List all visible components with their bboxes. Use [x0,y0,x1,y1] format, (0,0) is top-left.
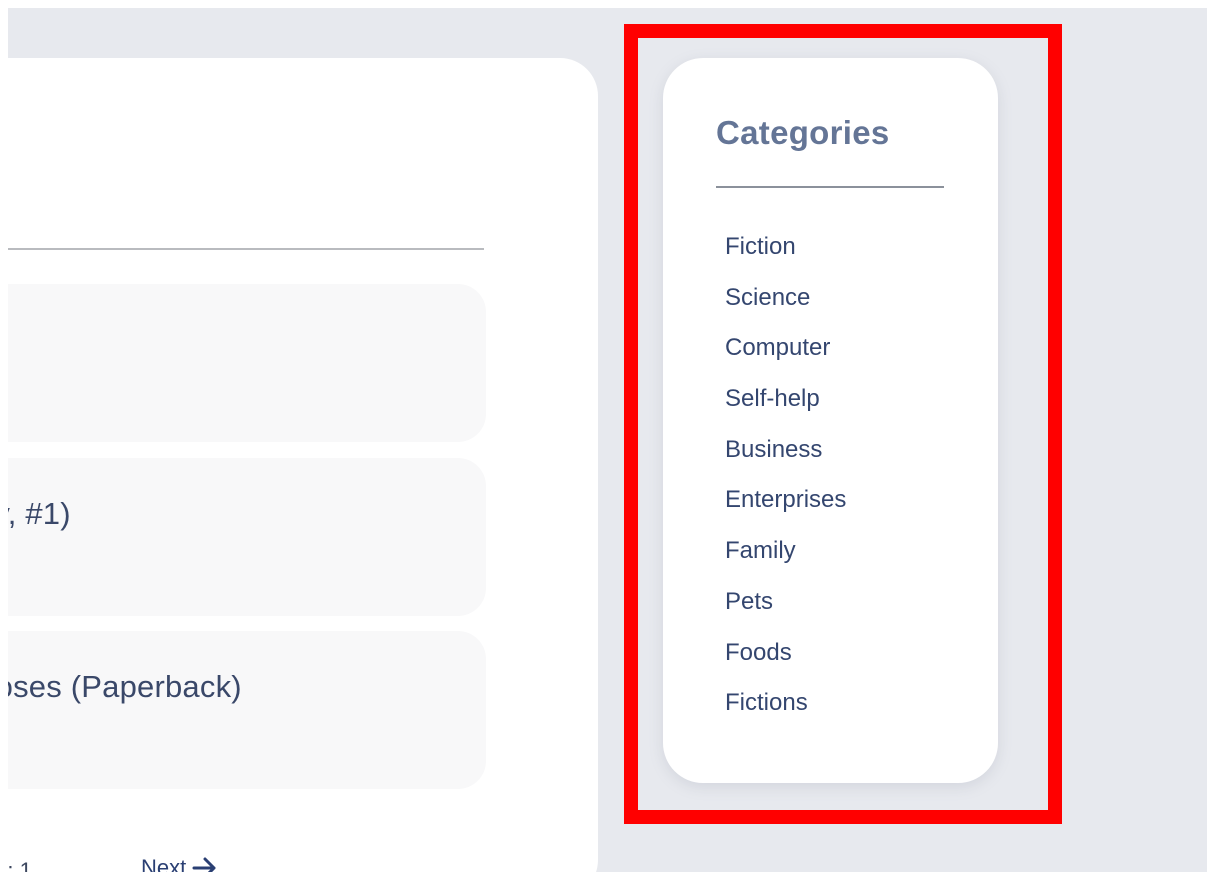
category-item-science[interactable]: Science [725,283,846,334]
category-item-foods[interactable]: Foods [725,638,846,689]
categories-list: Fiction Science Computer Self-help Busin… [725,232,846,739]
book-title[interactable]: Boy, #1) [8,496,71,532]
book-item[interactable] [8,284,486,442]
category-item-business[interactable]: Business [725,435,846,486]
page-indicator: Page: 1 [8,858,32,872]
category-item-pets[interactable]: Pets [725,587,846,638]
category-item-family[interactable]: Family [725,536,846,587]
book-item[interactable]: , Moses (Paperback) [8,631,486,789]
categories-divider [716,186,944,188]
book-item[interactable]: Boy, #1) [8,458,486,616]
page-viewport: Boy, #1) , Moses (Paperback) Page: 1 Nex… [8,8,1207,872]
book-list-card: Boy, #1) , Moses (Paperback) Page: 1 Nex… [8,58,598,872]
category-item-enterprises[interactable]: Enterprises [725,485,846,536]
categories-title: Categories [716,114,890,151]
category-item-self-help[interactable]: Self-help [725,384,846,435]
categories-card: Categories Fiction Science Computer Self… [663,58,998,783]
category-item-computer[interactable]: Computer [725,333,846,384]
next-page-link[interactable]: Next [141,855,218,872]
category-item-fiction[interactable]: Fiction [725,232,846,283]
category-item-fictions[interactable]: Fictions [725,688,846,739]
list-divider [8,248,484,250]
arrow-right-icon [192,857,216,872]
next-label: Next [141,855,187,872]
book-title[interactable]: , Moses (Paperback) [8,669,242,705]
